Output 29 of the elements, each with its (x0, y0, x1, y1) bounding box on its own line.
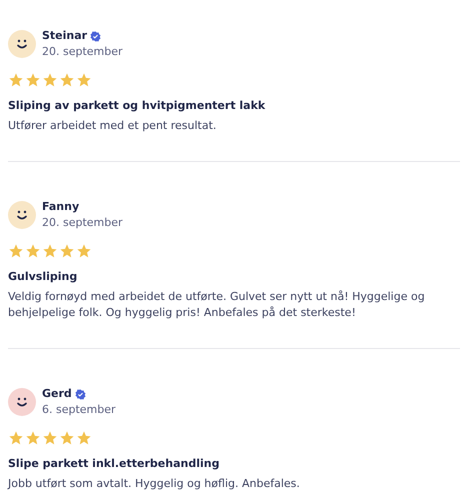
review-date: 6. september (42, 402, 116, 418)
star-icon (42, 430, 58, 446)
review-date: 20. september (42, 215, 123, 231)
star-icon (25, 243, 41, 259)
review-date: 20. september (42, 44, 123, 60)
review-text: Utfører arbeidet med et pent resultat. (8, 118, 218, 134)
review-text: Jobb utført som avtalt. Hyggelig og høflig. Anbefales. (8, 476, 301, 492)
star-icon (8, 72, 24, 88)
star-icon (42, 243, 58, 259)
star-icon (76, 430, 92, 446)
reviewer-name: Fanny (42, 199, 80, 215)
star-icon (76, 72, 92, 88)
star-icon (25, 72, 41, 88)
reviewer-name: Steinar (42, 28, 88, 44)
reviewer-name: Gerd (42, 386, 72, 402)
review-title: Gulvsliping (8, 269, 78, 285)
review-title: Sliping av parkett og hvitpigmentert lakk (8, 98, 266, 114)
star-icon (59, 430, 75, 446)
star-icon (59, 72, 75, 88)
star-icon (8, 243, 24, 259)
star-icon (8, 430, 24, 446)
verified-badge-icon (90, 30, 102, 42)
star-icon (76, 243, 92, 259)
star-icon (25, 430, 41, 446)
review-text: Veldig fornøyd med arbeidet de utførte. Gulvet ser nytt ut nå! Hyggelige og behjelpelige folk. Og hyggelig pris! Anbefales på det sterkeste! (8, 289, 426, 321)
star-icon (42, 72, 58, 88)
star-icon (59, 243, 75, 259)
verified-badge-icon (74, 388, 86, 400)
review-title: Slipe parkett inkl.etterbehandling (8, 456, 220, 472)
